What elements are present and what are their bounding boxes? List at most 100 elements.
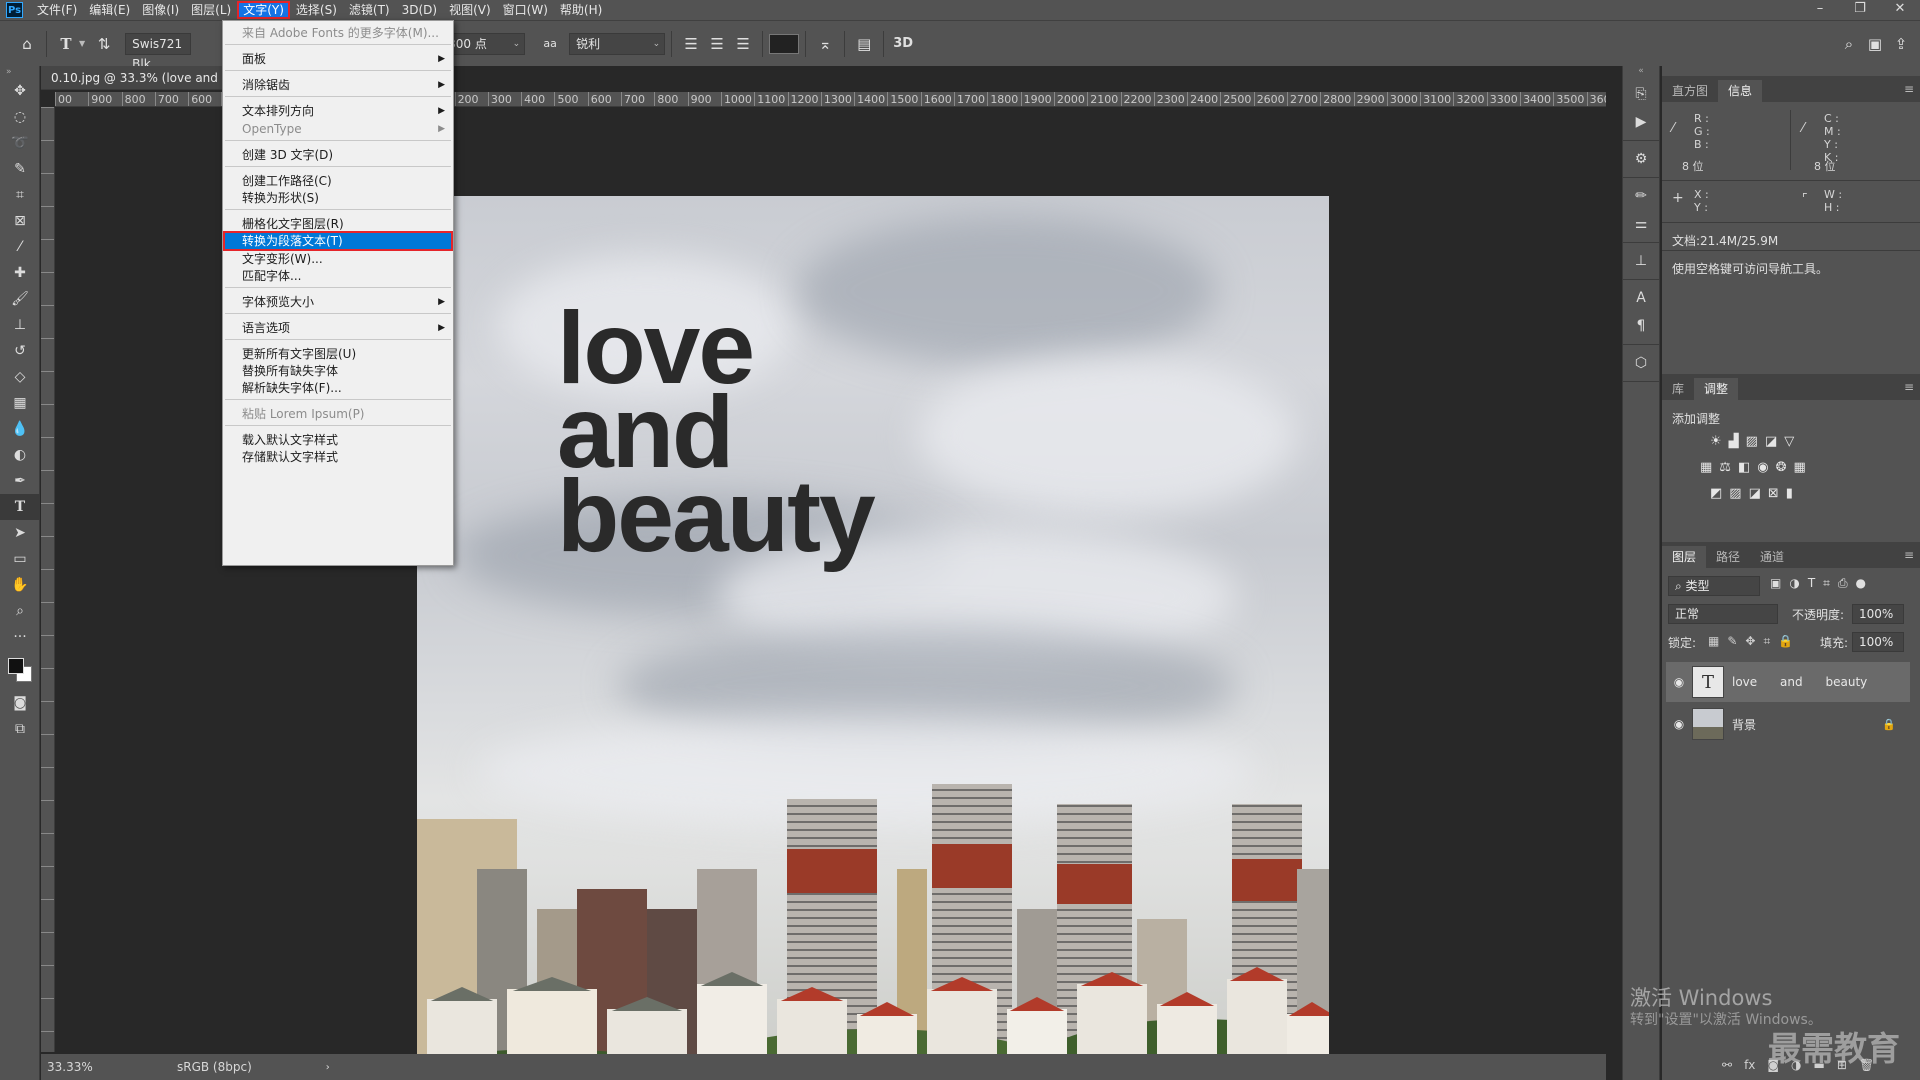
collapse-icon[interactable]: « <box>1623 66 1659 76</box>
menu-view[interactable]: 视图(V) <box>443 1 497 19</box>
eyedropper-tool-icon[interactable]: ⁄ <box>0 234 40 260</box>
home-icon[interactable]: ⌂ <box>14 31 40 57</box>
history-panel-icon[interactable]: ⎘ <box>1623 80 1659 108</box>
selective-color-icon[interactable]: ⊠ <box>1768 486 1779 501</box>
character-panel-icon[interactable]: ▤ <box>851 31 877 57</box>
move-tool-icon[interactable]: ✥ <box>0 78 40 104</box>
lasso-tool-icon[interactable]: ➰ <box>0 130 40 156</box>
menu-window[interactable]: 窗口(W) <box>497 1 554 19</box>
vibrance-icon[interactable]: ▽ <box>1784 434 1794 449</box>
toolbox-collapse-icon[interactable]: » <box>0 66 39 78</box>
actions-panel-icon[interactable]: ▶ <box>1623 108 1659 136</box>
filter-toggle-icon[interactable]: ● <box>1856 576 1866 591</box>
paragraph-panel-icon[interactable]: ¶ <box>1623 312 1659 340</box>
marquee-tool-icon[interactable]: ◌ <box>0 104 40 130</box>
tab-paths[interactable]: 路径 <box>1706 546 1750 568</box>
edit-toolbar-icon[interactable]: ··· <box>0 624 40 650</box>
quick-mask-icon[interactable]: ◙ <box>0 690 40 716</box>
path-selection-tool-icon[interactable]: ➤ <box>0 520 40 546</box>
fill-field[interactable]: 100% <box>1852 632 1904 652</box>
align-center-icon[interactable]: ☰ <box>704 31 730 57</box>
panel-menu-icon[interactable]: ≡ <box>1904 82 1914 96</box>
color-lookup-icon[interactable]: ▦ <box>1794 460 1806 475</box>
menu-help[interactable]: 帮助(H) <box>554 1 608 19</box>
tab-channels[interactable]: 通道 <box>1750 546 1794 568</box>
pen-tool-icon[interactable]: ✒ <box>0 468 40 494</box>
antialias-dropdown[interactable]: 锐利 ⌄ <box>569 32 666 55</box>
lock-artboard-icon[interactable]: ⌗ <box>1763 634 1770 649</box>
character-panel-icon[interactable]: A <box>1623 284 1659 312</box>
type-menu-item[interactable]: 文本排列方向 ▶ <box>223 101 453 121</box>
screen-mode-icon[interactable]: ⧉ <box>0 716 40 742</box>
canvas-image[interactable]: love and beauty <box>417 196 1329 1080</box>
minimize-button[interactable]: – <box>1800 0 1840 20</box>
chevron-down-icon[interactable]: ▼ <box>79 39 85 48</box>
tab-layers[interactable]: 图层 <box>1662 546 1707 568</box>
gradient-tool-icon[interactable]: ▦ <box>0 390 40 416</box>
filter-pixel-icon[interactable]: ▣ <box>1770 576 1781 591</box>
type-menu-item[interactable]: 来自 Adobe Fonts 的更多字体(M)... <box>223 23 453 43</box>
brush-settings-icon[interactable]: ✏ <box>1623 182 1659 210</box>
history-brush-tool-icon[interactable]: ↺ <box>0 338 40 364</box>
adjustments-panel-icon[interactable]: ⚌ <box>1623 210 1659 238</box>
tab-libraries[interactable]: 库 <box>1662 378 1694 400</box>
crop-tool-icon[interactable]: ⌗ <box>0 182 40 208</box>
lock-transparent-icon[interactable]: ▦ <box>1708 634 1719 649</box>
headline-text[interactable]: love and beauty <box>557 297 876 567</box>
brightness-icon[interactable]: ☀ <box>1710 434 1722 449</box>
tab-info[interactable]: 信息 <box>1718 80 1763 102</box>
zoom-tool-icon[interactable]: ⌕ <box>0 598 40 624</box>
type-menu-item[interactable]: 创建 3D 文字(D) <box>223 145 453 165</box>
type-menu-item[interactable]: 面板 ▶ <box>223 49 453 69</box>
zoom-level[interactable]: 33.33% <box>41 1060 131 1074</box>
tab-adjustments[interactable]: 调整 <box>1694 378 1739 400</box>
text-color-swatch[interactable] <box>769 33 800 54</box>
menu-image[interactable]: 图像(I) <box>136 1 185 19</box>
type-menu-item[interactable]: 语言选项 ▶ <box>223 318 453 338</box>
threshold-icon[interactable]: ◪ <box>1749 486 1761 501</box>
restore-button[interactable]: ❐ <box>1840 0 1880 20</box>
lock-all-icon[interactable]: 🔒 <box>1778 634 1793 649</box>
clone-source-icon[interactable]: ⊥ <box>1623 247 1659 275</box>
channel-mixer-icon[interactable]: ❂ <box>1776 460 1787 475</box>
align-left-icon[interactable]: ☰ <box>678 31 704 57</box>
visibility-eye-icon[interactable]: ◉ <box>1666 675 1692 689</box>
share-icon[interactable]: ⇪ <box>1888 31 1914 57</box>
menu-file[interactable]: 文件(F) <box>31 1 83 19</box>
posterize-icon[interactable]: ▨ <box>1729 486 1741 501</box>
quick-select-tool-icon[interactable]: ✎ <box>0 156 40 182</box>
type-menu-item[interactable]: 转换为段落文本(T) <box>223 231 453 251</box>
menu-edit[interactable]: 编辑(E) <box>83 1 136 19</box>
type-menu-item[interactable]: 解析缺失字体(F)... <box>223 378 453 398</box>
exposure-icon[interactable]: ◪ <box>1765 434 1777 449</box>
gradient-map-icon[interactable]: ▮ <box>1786 486 1793 501</box>
layer-row-background[interactable]: ◉ 背景 🔒 <box>1666 704 1910 744</box>
color-balance-icon[interactable]: ⚖ <box>1719 460 1731 475</box>
layer-row-text[interactable]: ◉ T love and beauty <box>1666 662 1910 702</box>
visibility-eye-icon[interactable]: ◉ <box>1666 717 1692 731</box>
invert-icon[interactable]: ◩ <box>1710 486 1722 501</box>
brush-tool-icon[interactable]: 🖌 <box>0 286 40 312</box>
filter-shape-icon[interactable]: ⌗ <box>1823 576 1830 591</box>
font-family-field[interactable]: Swis721 Blk <box>125 32 192 71</box>
blur-tool-icon[interactable]: 💧 <box>0 416 40 442</box>
menu-3d[interactable]: 3D(D) <box>396 1 443 19</box>
rectangle-tool-icon[interactable]: ▭ <box>0 546 40 572</box>
eraser-tool-icon[interactable]: ◇ <box>0 364 40 390</box>
layer-style-icon[interactable]: fx <box>1744 1058 1755 1072</box>
curves-icon[interactable]: ▨ <box>1746 434 1758 449</box>
status-menu-icon[interactable]: › <box>326 1062 330 1073</box>
lock-pixels-icon[interactable]: ✎ <box>1727 634 1737 649</box>
menu-select[interactable]: 选择(S) <box>290 1 343 19</box>
type-menu-item[interactable]: 粘贴 Lorem Ipsum(P) <box>223 404 453 424</box>
type-tool-icon[interactable]: T <box>0 494 40 520</box>
align-right-icon[interactable]: ☰ <box>730 31 756 57</box>
workspace-icon[interactable]: ▣ <box>1862 31 1888 57</box>
color-swatches[interactable] <box>0 650 40 690</box>
hand-tool-icon[interactable]: ✋ <box>0 572 40 598</box>
type-tool-preset-icon[interactable]: T <box>53 31 79 57</box>
link-layers-icon[interactable]: ⚯ <box>1722 1058 1732 1072</box>
close-button[interactable]: ✕ <box>1880 0 1920 20</box>
menu-layer[interactable]: 图层(L) <box>185 1 237 19</box>
filter-smart-icon[interactable]: ⎙ <box>1838 576 1848 591</box>
